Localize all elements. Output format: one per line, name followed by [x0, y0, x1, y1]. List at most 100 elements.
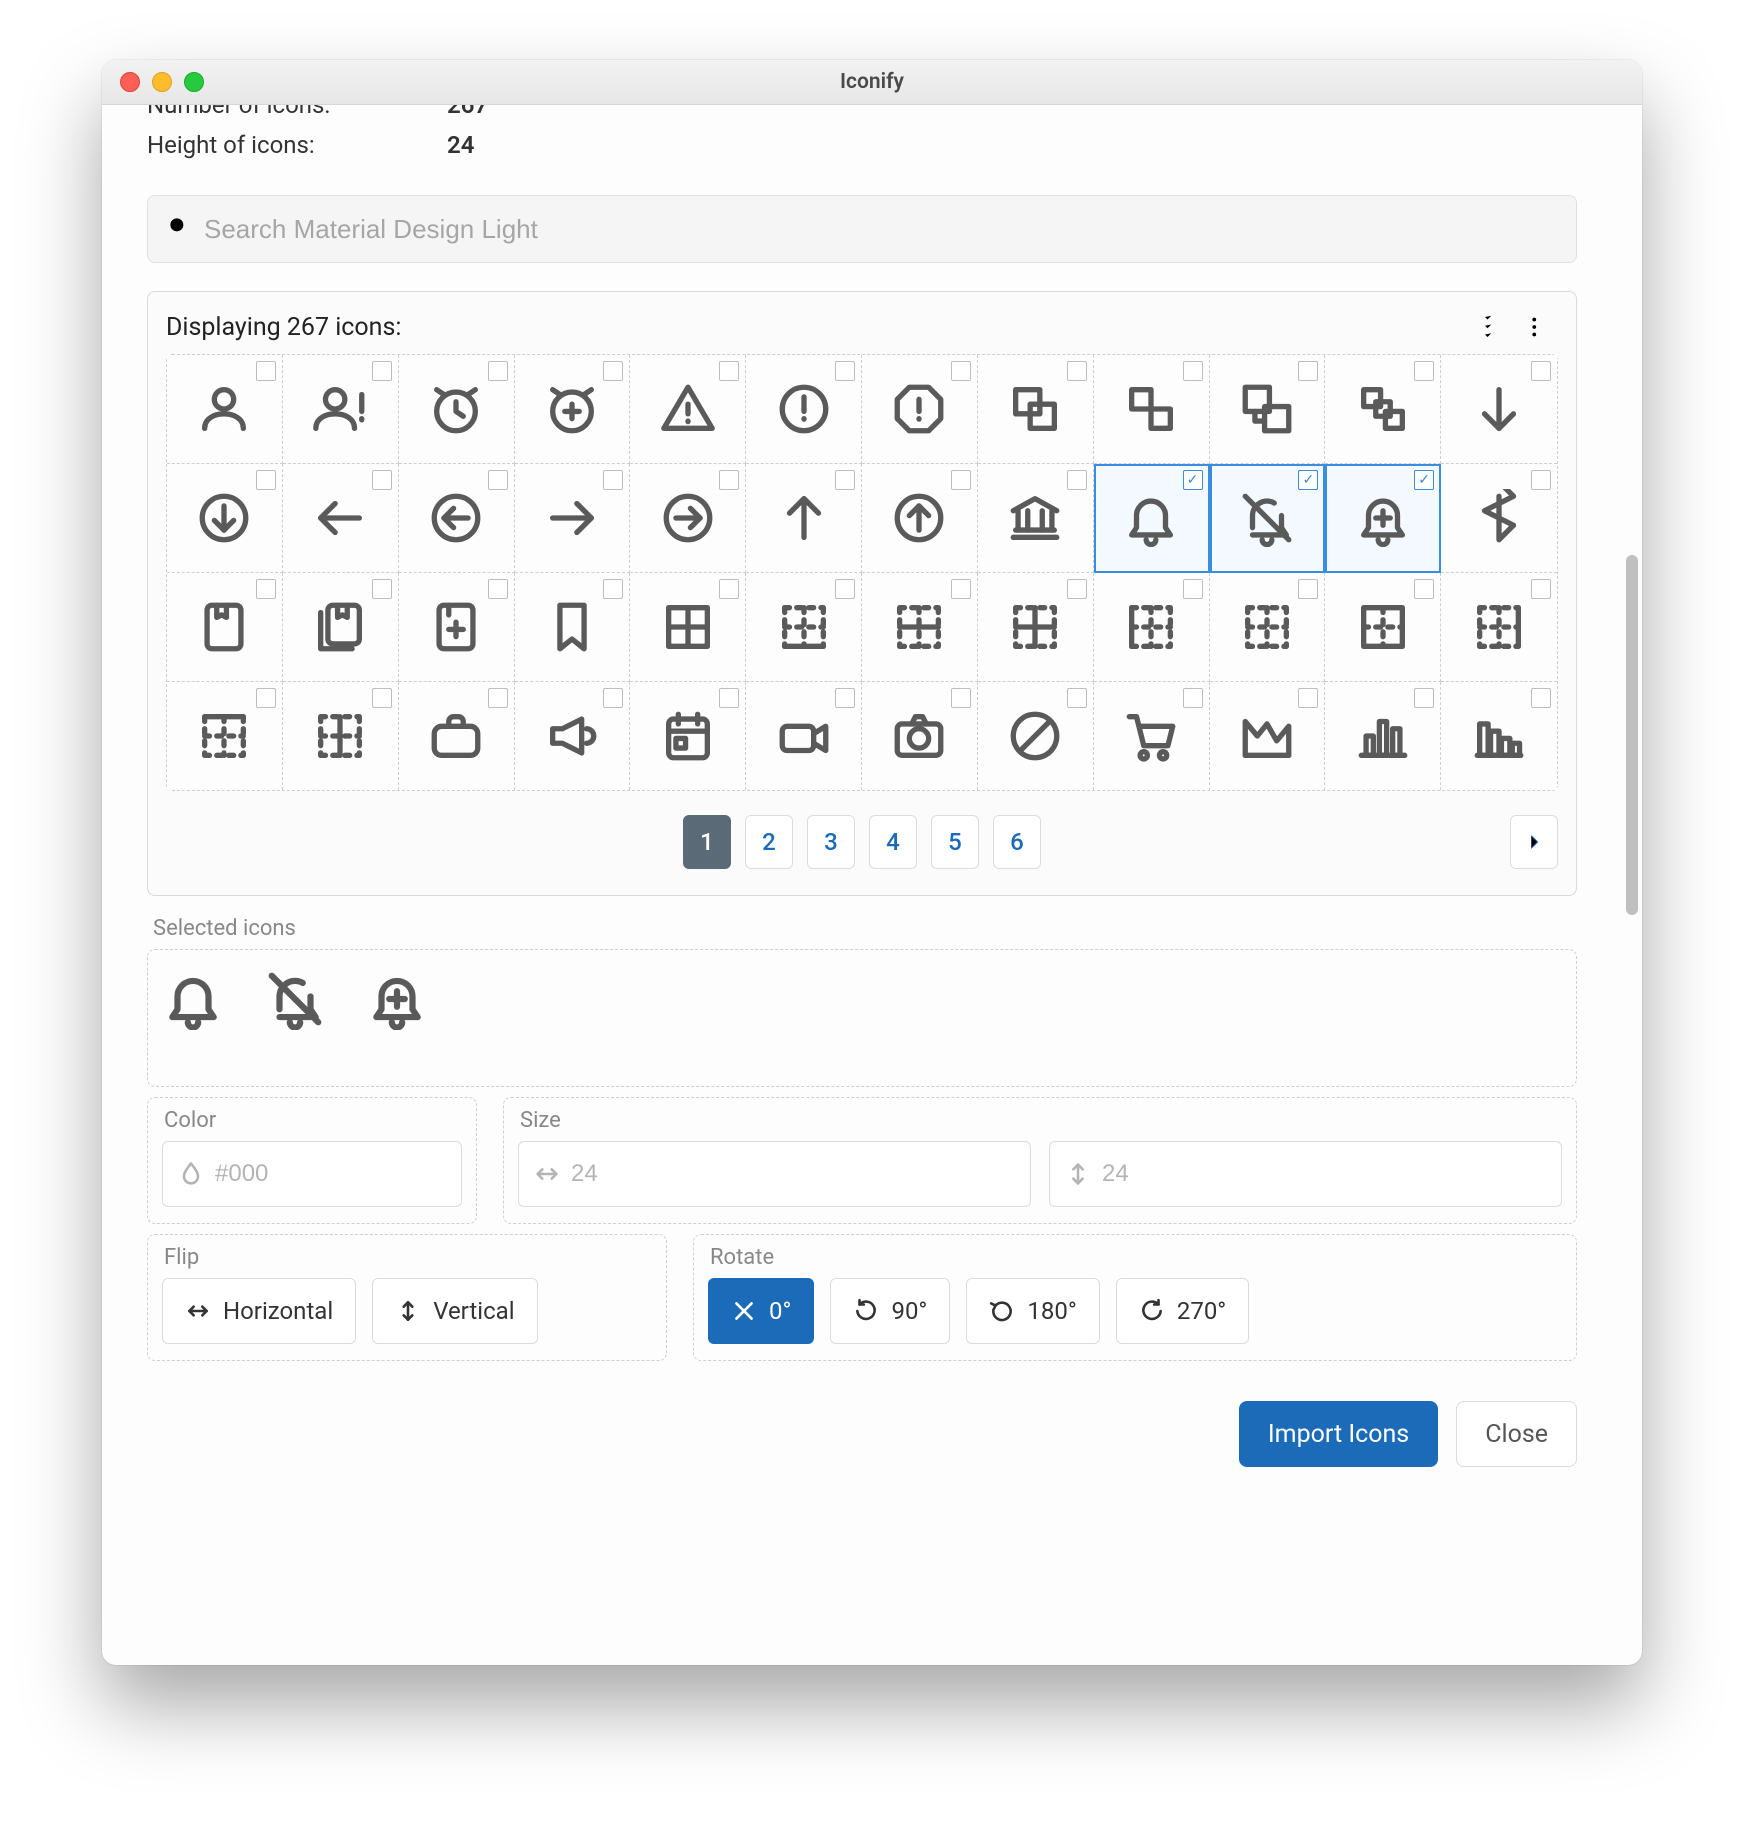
- zoom-window-icon[interactable]: [184, 72, 204, 92]
- icon-cell-border-outside[interactable]: [1325, 573, 1441, 682]
- icon-cell-bell-off[interactable]: [1210, 464, 1326, 573]
- icon-cell-alert-circle[interactable]: [746, 355, 862, 464]
- select-checkbox[interactable]: [603, 470, 623, 490]
- select-checkbox[interactable]: [835, 470, 855, 490]
- search-field[interactable]: [147, 195, 1577, 263]
- close-button[interactable]: Close: [1456, 1401, 1577, 1467]
- page-4-button[interactable]: 4: [869, 815, 917, 869]
- select-checkbox[interactable]: [256, 361, 276, 381]
- select-checkbox[interactable]: [719, 688, 739, 708]
- page-3-button[interactable]: 3: [807, 815, 855, 869]
- select-checkbox[interactable]: [372, 579, 392, 599]
- select-checkbox[interactable]: [1414, 579, 1434, 599]
- select-checkbox[interactable]: [603, 579, 623, 599]
- select-checkbox[interactable]: [1298, 470, 1318, 490]
- icon-cell-book-multiple[interactable]: [283, 573, 399, 682]
- page-6-button[interactable]: 6: [993, 815, 1041, 869]
- select-checkbox[interactable]: [719, 470, 739, 490]
- scrollbar-thumb[interactable]: [1626, 555, 1638, 915]
- select-checkbox[interactable]: [835, 361, 855, 381]
- icon-cell-border-top[interactable]: [167, 682, 283, 790]
- close-window-icon[interactable]: [120, 72, 140, 92]
- icon-cell-border-vertical[interactable]: [283, 682, 399, 790]
- icon-cell-arrow-right-circle[interactable]: [630, 464, 746, 573]
- select-checkbox[interactable]: [951, 579, 971, 599]
- icon-cell-alarm[interactable]: [399, 355, 515, 464]
- page-next-button[interactable]: [1510, 815, 1558, 869]
- icon-cell-book-plus[interactable]: [399, 573, 515, 682]
- icon-cell-bell-plus[interactable]: [1325, 464, 1441, 573]
- icon-cell-bluetooth[interactable]: [1441, 464, 1557, 573]
- icon-cell-alarm-plus[interactable]: [515, 355, 631, 464]
- selected-bell-off[interactable]: [264, 968, 326, 1068]
- view-list-toggle-icon[interactable]: [1528, 312, 1558, 342]
- icon-cell-border-inside[interactable]: [978, 573, 1094, 682]
- select-checkbox[interactable]: [1414, 688, 1434, 708]
- icon-cell-border-horizontal[interactable]: [862, 573, 978, 682]
- selected-bell-plus[interactable]: [366, 968, 428, 1068]
- icon-cell-arrow-left-circle[interactable]: [399, 464, 515, 573]
- select-checkbox[interactable]: [1531, 579, 1551, 599]
- icon-cell-arrow-down[interactable]: [1441, 355, 1557, 464]
- select-checkbox[interactable]: [835, 579, 855, 599]
- height-input[interactable]: [1100, 1159, 1547, 1189]
- flip-horizontal-button[interactable]: Horizontal: [162, 1278, 356, 1344]
- select-checkbox[interactable]: [372, 470, 392, 490]
- icon-cell-border-all[interactable]: [630, 573, 746, 682]
- select-checkbox[interactable]: [488, 470, 508, 490]
- rotate-270-button[interactable]: 270°: [1116, 1278, 1249, 1344]
- selected-bell[interactable]: [162, 968, 224, 1068]
- select-checkbox[interactable]: [1183, 470, 1203, 490]
- select-checkbox[interactable]: [488, 579, 508, 599]
- icon-cell-book[interactable]: [167, 573, 283, 682]
- select-checkbox[interactable]: [1067, 579, 1087, 599]
- select-checkbox[interactable]: [603, 688, 623, 708]
- search-input[interactable]: [202, 213, 1558, 246]
- icon-cell-cart[interactable]: [1094, 682, 1210, 790]
- icon-cell-alert-octagon[interactable]: [862, 355, 978, 464]
- select-checkbox[interactable]: [488, 361, 508, 381]
- icon-cell-camera[interactable]: [862, 682, 978, 790]
- select-checkbox[interactable]: [372, 361, 392, 381]
- select-checkbox[interactable]: [1183, 361, 1203, 381]
- select-checkbox[interactable]: [835, 688, 855, 708]
- icon-cell-arrow-left[interactable]: [283, 464, 399, 573]
- select-checkbox[interactable]: [1298, 361, 1318, 381]
- icon-cell-arrow-up-circle[interactable]: [862, 464, 978, 573]
- select-checkbox[interactable]: [1067, 361, 1087, 381]
- icon-cell-arrow-down-circle[interactable]: [167, 464, 283, 573]
- select-checkbox[interactable]: [1298, 688, 1318, 708]
- select-checkbox[interactable]: [256, 470, 276, 490]
- select-checkbox[interactable]: [1183, 688, 1203, 708]
- icon-cell-cancel[interactable]: [978, 682, 1094, 790]
- select-checkbox[interactable]: [1531, 470, 1551, 490]
- icon-cell-bank[interactable]: [978, 464, 1094, 573]
- icon-cell-bookmark[interactable]: [515, 573, 631, 682]
- select-checkbox[interactable]: [1067, 688, 1087, 708]
- select-checkbox[interactable]: [1531, 688, 1551, 708]
- icon-cell-chart-histogram[interactable]: [1441, 682, 1557, 790]
- color-input-wrap[interactable]: [162, 1141, 462, 1207]
- select-checkbox[interactable]: [719, 579, 739, 599]
- icon-cell-camcorder[interactable]: [746, 682, 862, 790]
- minimize-window-icon[interactable]: [152, 72, 172, 92]
- select-checkbox[interactable]: [1298, 579, 1318, 599]
- rotate-180-button[interactable]: 180°: [966, 1278, 1099, 1344]
- icon-cell-arrange-bring-to-front[interactable]: [1210, 355, 1326, 464]
- select-checkbox[interactable]: [951, 470, 971, 490]
- width-input[interactable]: [569, 1159, 1016, 1189]
- scrollbar[interactable]: [1624, 105, 1638, 1665]
- icon-cell-bullhorn[interactable]: [515, 682, 631, 790]
- select-checkbox[interactable]: [372, 688, 392, 708]
- select-checkbox[interactable]: [1183, 579, 1203, 599]
- icon-cell-briefcase[interactable]: [399, 682, 515, 790]
- select-checkbox[interactable]: [951, 688, 971, 708]
- icon-cell-chart-bar[interactable]: [1325, 682, 1441, 790]
- width-input-wrap[interactable]: [518, 1141, 1031, 1207]
- select-checkbox[interactable]: [603, 361, 623, 381]
- icon-cell-arrange-bring-forward[interactable]: [978, 355, 1094, 464]
- view-select-toggle-icon[interactable]: [1480, 312, 1510, 342]
- icon-cell-border-right[interactable]: [1441, 573, 1557, 682]
- select-checkbox[interactable]: [256, 688, 276, 708]
- icon-cell-border-none[interactable]: [1210, 573, 1326, 682]
